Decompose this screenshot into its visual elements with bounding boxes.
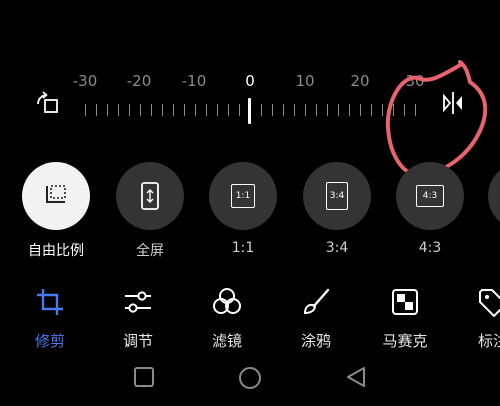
aspect-1-1[interactable]: 1:1 1:1	[208, 162, 278, 256]
ruler-label: -20	[126, 72, 152, 90]
ruler-tick	[107, 104, 108, 116]
aspect-3-4[interactable]: 3:4 3:4	[302, 162, 372, 256]
ruler-tick	[118, 104, 119, 116]
ruler-label: -10	[181, 72, 207, 90]
tool-label-partial[interactable]: 标注	[462, 286, 500, 351]
ruler-tick	[294, 104, 295, 116]
crop-icon	[37, 289, 63, 315]
ruler-tick	[140, 104, 141, 116]
aspect-4-3[interactable]: 4:3 4:3	[395, 162, 465, 256]
ruler-indicator	[248, 98, 251, 124]
tool-mosaic[interactable]: 马赛克	[373, 286, 437, 351]
ruler-tick	[184, 104, 185, 116]
ruler-tick	[261, 104, 262, 116]
aspect-label: 1:1	[231, 240, 255, 256]
tool-label: 滤镜	[211, 332, 242, 350]
ruler-tick	[283, 104, 284, 116]
ruler-tick	[327, 104, 328, 116]
ruler-tick	[338, 104, 339, 116]
free-ratio-icon	[46, 185, 66, 203]
tool-label: 修剪	[34, 332, 65, 350]
tool-adjust[interactable]: 调节	[106, 286, 170, 351]
ruler-tick	[162, 104, 163, 116]
square-icon	[134, 367, 154, 387]
aspect-label: 3:4	[325, 240, 349, 256]
fullscreen-icon	[141, 182, 159, 210]
ruler-tick	[305, 104, 306, 116]
ruler-label: -30	[72, 72, 98, 90]
ruler-tick	[272, 104, 273, 116]
nav-home-button[interactable]	[238, 366, 262, 394]
nav-back-button[interactable]	[345, 366, 367, 392]
ruler-label: 20	[350, 72, 370, 90]
tool-label: 标注	[478, 332, 500, 350]
ruler-tick	[228, 104, 229, 116]
ratio-3-4-icon: 3:4	[326, 182, 348, 210]
ruler-tick	[129, 104, 130, 116]
tag-icon	[479, 289, 500, 318]
brush-icon	[303, 288, 330, 315]
ruler-tick	[239, 104, 240, 116]
nav-recents-button[interactable]	[133, 366, 155, 392]
adjust-sliders-icon	[125, 291, 151, 313]
tool-label: 马赛克	[382, 332, 428, 350]
ratio-1-1-icon: 1:1	[231, 184, 255, 208]
tool-label: 调节	[122, 332, 153, 350]
filter-circles-icon	[213, 288, 241, 314]
ratio-4-3-icon: 4:3	[416, 185, 444, 207]
ruler-tick	[173, 104, 174, 116]
mosaic-icon	[392, 289, 418, 315]
rotate-button[interactable]	[34, 90, 62, 118]
ruler-tick	[360, 104, 361, 116]
ruler-label: 10	[295, 72, 315, 90]
aspect-label: 4:3	[418, 240, 442, 256]
ruler-tick	[217, 104, 218, 116]
ruler-current-value: 0	[245, 72, 255, 90]
ruler-tick	[195, 104, 196, 116]
ruler-tick	[349, 104, 350, 116]
aspect-label: 全屏	[136, 243, 164, 259]
aspect-next-partial[interactable]	[488, 162, 500, 230]
ruler-tick	[316, 104, 317, 116]
ruler-tick	[151, 104, 152, 116]
aspect-label: 自由比例	[28, 243, 84, 259]
tool-label: 涂鸦	[300, 332, 331, 350]
aspect-free-ratio[interactable]: 自由比例	[21, 162, 91, 260]
tool-doodle[interactable]: 涂鸦	[284, 286, 348, 351]
ruler-tick	[371, 104, 372, 116]
ruler-tick	[85, 104, 86, 116]
tool-crop[interactable]: 修剪	[18, 286, 82, 351]
aspect-fullscreen[interactable]: 全屏	[115, 162, 185, 260]
triangle-back-icon	[347, 367, 365, 387]
ruler-tick	[96, 104, 97, 116]
ruler-tick	[206, 104, 207, 116]
rotate-icon	[37, 91, 58, 113]
tool-filter[interactable]: 滤镜	[195, 286, 259, 351]
circle-icon	[239, 367, 261, 389]
